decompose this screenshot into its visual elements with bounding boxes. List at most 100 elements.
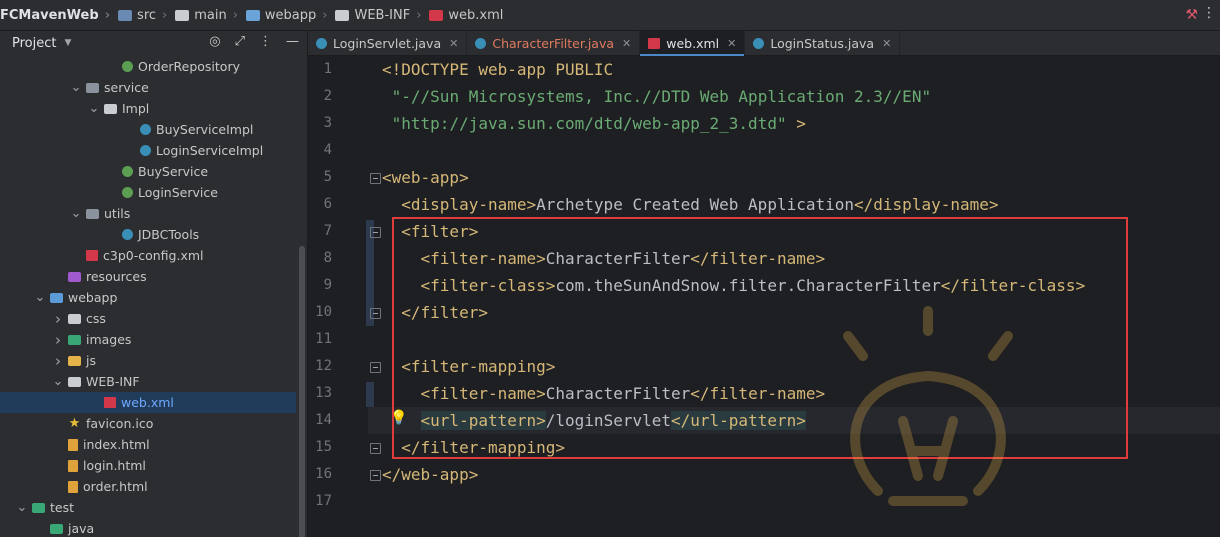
tree-item[interactable]: java [0,518,296,537]
fold-marker-icon[interactable] [370,443,381,454]
folder-icon [104,103,117,114]
image-folder-icon [68,334,81,345]
tree-item[interactable]: BuyServiceImpl [0,119,296,140]
close-icon[interactable]: ✕ [622,37,631,50]
tree-item-label: c3p0-config.xml [103,248,204,263]
vcs-change-marker[interactable] [366,382,374,407]
fold-marker-icon[interactable] [370,173,381,184]
tree-item[interactable]: ⌄ webapp [0,287,296,308]
fold-marker-icon[interactable] [370,362,381,373]
tree-item-label: test [50,500,75,515]
breadcrumb-label: main [194,7,227,23]
close-icon[interactable]: ✕ [449,37,458,50]
breadcrumb-separator-icon: › [104,7,111,23]
tree-item-label: LoginService [138,185,218,200]
line-number: 9 [323,277,332,293]
tree-item[interactable]: ★ favicon.ico [0,413,296,434]
chevron-down-icon[interactable]: ⌄ [34,290,46,305]
chevron-down-icon[interactable]: ⌄ [88,101,100,116]
chevron-down-icon[interactable]: ⌄ [70,80,82,95]
code-line[interactable]: <!DOCTYPE web-app PUBLIC [382,56,613,83]
options-icon[interactable]: ⋮ [259,34,272,49]
editor-tab[interactable]: CharacterFilter.java ✕ [467,31,641,55]
chevron-down-icon[interactable]: ⌄ [70,206,82,221]
project-panel-header: Project ▼ ◎ ⤢ ⋮ — [0,31,307,55]
code-line[interactable]: <web-app> [382,164,469,191]
lightbulb-watermark-icon [843,306,1013,506]
tree-item[interactable]: ⌄ Impl [0,98,296,119]
editor-tab[interactable]: LoginStatus.java ✕ [745,31,901,55]
tree-item[interactable]: › css [0,308,296,329]
chevron-down-icon[interactable]: ⌄ [52,374,64,389]
fold-marker-icon[interactable] [370,308,381,319]
breadcrumb-item[interactable]: webapp › [245,8,327,23]
class-icon [140,124,151,135]
resources-folder-icon [68,271,81,282]
line-number: 11 [315,331,332,347]
minimize-icon[interactable]: — [286,34,299,49]
breadcrumb-label: web.xml [448,7,504,23]
editor-tab[interactable]: LoginServlet.java ✕ [308,31,468,55]
fold-marker-icon[interactable] [370,470,381,481]
collapse-all-icon[interactable]: ⤢ [235,34,245,49]
line-number: 7 [323,223,332,239]
line-number: 12 [315,358,332,374]
code-line[interactable]: <display-name>Archetype Created Web Appl… [382,191,998,218]
code-line[interactable]: "-//Sun Microsystems, Inc.//DTD Web Appl… [382,83,931,110]
tree-item[interactable]: ⌄ service [0,77,296,98]
chevron-right-icon[interactable]: › [52,352,64,370]
chevron-down-icon[interactable]: ⌄ [16,500,28,515]
folder-icon [245,9,260,21]
tree-item[interactable]: web.xml [0,392,296,413]
test-folder-icon [50,523,63,534]
tree-item[interactable]: ⌄ WEB-INF [0,371,296,392]
class-icon [140,145,151,156]
tree-item[interactable]: c3p0-config.xml [0,245,296,266]
code-line[interactable]: "http://java.sun.com/dtd/web-app_2_3.dtd… [382,110,806,137]
breadcrumb-item[interactable]: web.xml [429,8,503,23]
tree-item[interactable]: ⌄ utils [0,203,296,224]
breadcrumb-item[interactable]: main › [175,8,238,23]
tree-item[interactable]: › images [0,329,296,350]
tree-item[interactable]: LoginService [0,182,296,203]
package-icon [86,208,99,219]
breadcrumb-item[interactable]: WEB-INF › [335,8,421,23]
line-number: 6 [323,196,332,212]
tree-item-label: Impl [122,101,150,116]
chevron-right-icon[interactable]: › [52,310,64,328]
chevron-right-icon[interactable]: › [52,331,64,349]
breadcrumb-item[interactable]: FCMavenWeb › [0,8,110,23]
tab-label: LoginServlet.java [333,35,442,51]
locate-target-icon[interactable]: ◎ [209,34,220,49]
editor-tab[interactable]: web.xml ✕ [640,31,746,56]
code-editor[interactable]: 1 2 3 4 5 6 7 8 9 10 11 12 13 14 15 16 17 <!DOCTYPE web-… [308,56,1220,537]
project-tree: OrderRepository ⌄ service ⌄ Impl BuyServiceIm… [0,56,296,537]
folder-icon [68,313,81,324]
fold-marker-icon[interactable] [370,227,381,238]
tree-item[interactable]: ⌄ test [0,497,296,518]
tree-item[interactable]: index.html [0,434,296,455]
line-number: 16 [315,466,332,482]
chevron-down-icon[interactable]: ▼ [64,38,71,48]
more-icon[interactable]: ⋮ [1202,5,1216,21]
tree-item[interactable]: OrderRepository [0,56,296,77]
project-view-selector[interactable]: Project [12,36,56,51]
js-folder-icon [68,355,81,366]
tree-item[interactable]: › js [0,350,296,371]
tree-item[interactable]: LoginServiceImpl [0,140,296,161]
code-line[interactable]: </web-app> [382,461,478,488]
project-scrollbar[interactable] [299,246,305,537]
tree-item[interactable]: order.html [0,476,296,497]
close-icon[interactable]: ✕ [727,37,736,50]
tree-item-label: web.xml [121,395,174,410]
close-icon[interactable]: ✕ [882,37,891,50]
tree-item[interactable]: BuyService [0,161,296,182]
tree-item-label: favicon.ico [86,416,154,431]
breadcrumb-item[interactable]: src › [118,8,167,23]
tree-item[interactable]: resources [0,266,296,287]
tree-item[interactable]: JDBCTools [0,224,296,245]
folder-icon [335,9,350,21]
tree-item[interactable]: login.html [0,455,296,476]
intention-bulb-icon[interactable]: 💡 [390,410,407,426]
build-hammer-icon[interactable]: ⚒ [1185,7,1198,23]
